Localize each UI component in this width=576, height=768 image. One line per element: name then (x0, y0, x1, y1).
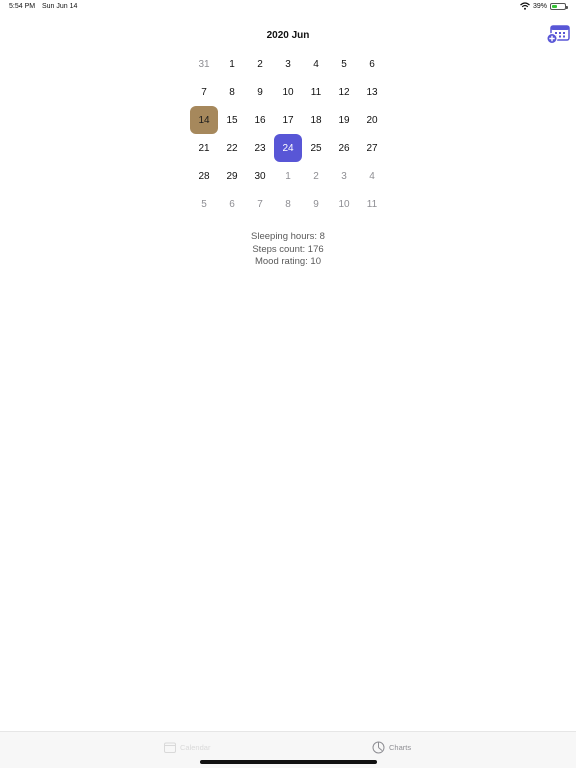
day-cell[interactable]: 9 (302, 190, 330, 218)
day-cell[interactable]: 2 (302, 162, 330, 190)
day-cell[interactable]: 28 (190, 162, 218, 190)
day-cell[interactable]: 25 (302, 134, 330, 162)
day-cell[interactable]: 11 (302, 78, 330, 106)
tab-calendar-label: Calendar (180, 742, 211, 752)
day-cell[interactable]: 7 (190, 78, 218, 106)
day-cell[interactable]: 31 (190, 50, 218, 78)
day-stats: Sleeping hours: 8 Steps count: 176 Mood … (0, 231, 576, 269)
week-row: 31 1 2 3 4 5 6 (190, 50, 386, 78)
day-cell[interactable]: 10 (330, 190, 358, 218)
status-date: Sun Jun 14 (42, 3, 78, 10)
day-cell[interactable]: 3 (274, 50, 302, 78)
day-cell-today[interactable]: 14 (190, 106, 218, 134)
week-row: 14 15 16 17 18 19 20 (190, 106, 386, 134)
battery-percent: 39% (532, 2, 547, 10)
wifi-icon (520, 2, 530, 10)
calendar-grid: 31 1 2 3 4 5 6 7 8 9 10 11 12 13 14 15 16 17 18 19 20 21 22 23 2… (190, 50, 386, 218)
day-cell[interactable]: 8 (274, 190, 302, 218)
day-cell[interactable]: 20 (358, 106, 386, 134)
battery-icon (550, 2, 568, 10)
day-cell[interactable]: 23 (246, 134, 274, 162)
status-indicators: 39% (520, 2, 568, 10)
day-cell[interactable]: 8 (218, 78, 246, 106)
day-cell[interactable]: 11 (358, 190, 386, 218)
status-time: 5:54 PM (9, 3, 36, 10)
day-cell[interactable]: 17 (274, 106, 302, 134)
day-cell[interactable]: 5 (330, 50, 358, 78)
day-cell[interactable]: 3 (330, 162, 358, 190)
sleeping-hours-text: Sleeping hours: 8 (251, 231, 325, 242)
day-cell[interactable]: 13 (358, 78, 386, 106)
mood-rating-text: Mood rating: 10 (254, 256, 321, 267)
month-title: 2020 Jun (266, 30, 310, 41)
week-row: 21 22 23 24 25 26 27 (190, 134, 386, 162)
day-cell[interactable]: 5 (190, 190, 218, 218)
day-cell[interactable]: 27 (358, 134, 386, 162)
tab-calendar[interactable]: Calendar (164, 732, 210, 762)
steps-count-text: Steps count: 176 (252, 243, 324, 255)
status-bar: 5:54 PM Sun Jun 14 39% (0, 0, 576, 14)
day-cell[interactable]: 2 (246, 50, 274, 78)
calendar-icon (164, 742, 176, 753)
day-cell[interactable]: 22 (218, 134, 246, 162)
day-cell[interactable]: 1 (274, 162, 302, 190)
calendar-add-icon[interactable] (546, 25, 570, 45)
day-cell[interactable]: 1 (218, 50, 246, 78)
tab-charts[interactable]: Charts (372, 732, 411, 762)
day-cell[interactable]: 4 (358, 162, 386, 190)
day-cell[interactable]: 6 (218, 190, 246, 218)
day-cell[interactable]: 18 (302, 106, 330, 134)
day-cell[interactable]: 9 (246, 78, 274, 106)
day-cell[interactable]: 16 (246, 106, 274, 134)
week-row: 5 6 7 8 9 10 11 (190, 190, 386, 218)
day-cell[interactable]: 26 (330, 134, 358, 162)
day-cell-selected[interactable]: 24 (274, 134, 302, 162)
day-cell[interactable]: 15 (218, 106, 246, 134)
chart-icon (372, 741, 385, 753)
day-cell[interactable]: 12 (330, 78, 358, 106)
day-cell[interactable]: 6 (358, 50, 386, 78)
home-indicator (200, 760, 377, 764)
day-cell[interactable]: 19 (330, 106, 358, 134)
tab-charts-label: Charts (389, 742, 412, 752)
week-row: 28 29 30 1 2 3 4 (190, 162, 386, 190)
day-cell[interactable]: 21 (190, 134, 218, 162)
week-row: 7 8 9 10 11 12 13 (190, 78, 386, 106)
battery-level-fill (552, 4, 557, 8)
day-cell[interactable]: 4 (302, 50, 330, 78)
day-cell[interactable]: 29 (218, 162, 246, 190)
day-cell[interactable]: 7 (246, 190, 274, 218)
day-cell[interactable]: 30 (246, 162, 274, 190)
battery-nub (566, 5, 568, 9)
day-cell[interactable]: 10 (274, 78, 302, 106)
